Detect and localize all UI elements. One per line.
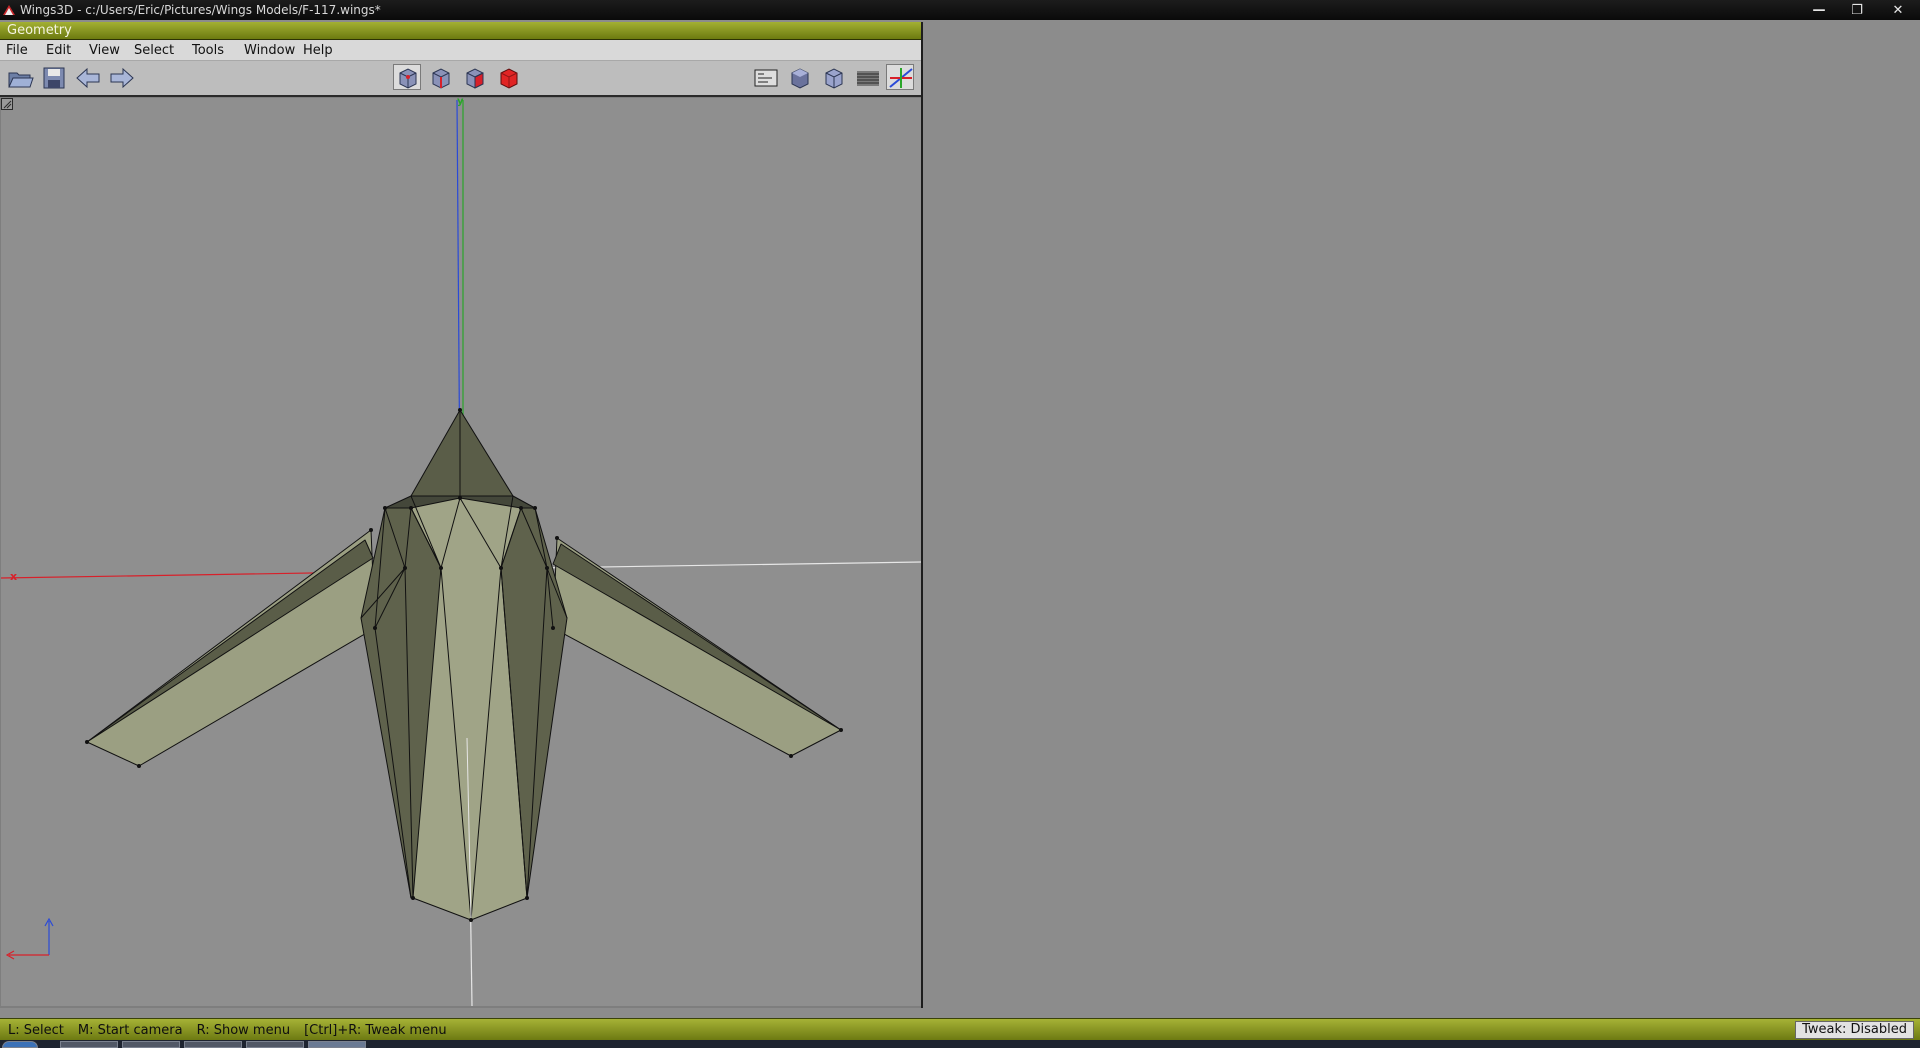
smooth-shaded-icon [791,68,809,89]
edge-mode-button[interactable] [427,65,455,91]
ground-grid-button[interactable] [854,65,882,91]
vertex-mode-button[interactable] [393,64,421,90]
menu-view[interactable]: View [89,43,120,58]
viewport-3d[interactable]: x y [1,96,921,1006]
undo-button[interactable] [74,65,102,91]
face-mode-button[interactable] [461,65,489,91]
taskbar-app-wings3d[interactable] [308,1041,366,1048]
redo-arrow-icon [110,67,134,89]
taskbar-app-4[interactable] [246,1041,304,1048]
open-folder-icon [8,72,34,88]
status-bar: L: Select M: Start camera R: Show menu [… [0,1018,1920,1041]
f117-model[interactable] [85,408,843,922]
mouse-hints: L: Select M: Start camera R: Show menu [… [8,1023,447,1038]
smooth-shaded-button[interactable] [786,65,814,91]
menu-edit[interactable]: Edit [46,43,71,58]
geometry-window-title: Geometry [7,23,72,38]
restore-icon: ❐ [1851,2,1863,18]
undo-arrow-icon [76,67,100,89]
geometry-window-title-bar[interactable]: Geometry [0,22,921,40]
minimize-button[interactable]: — [1800,0,1838,20]
taskbar [0,1040,1920,1048]
window-title-bar: Wings3D - c:/Users/Eric/Pictures/Wings M… [0,0,1920,20]
menu-window[interactable]: Window [244,43,295,58]
taskbar-app-2[interactable] [122,1041,180,1048]
orthographic-button[interactable] [820,65,848,91]
body-mode-icon [500,68,518,89]
save-icon [43,67,65,89]
redo-button[interactable] [108,65,136,91]
taskbar-app-1[interactable] [60,1041,118,1048]
tweak-status-badge[interactable]: Tweak: Disabled [1795,1021,1914,1039]
minimize-icon: — [1812,2,1826,18]
resize-grip-icon[interactable] [1,98,13,110]
close-button[interactable]: ✕ [1876,0,1920,20]
x-axis-label: x [10,570,18,583]
menu-file[interactable]: File [6,43,28,58]
hint-left-click: L: Select [8,1023,64,1038]
face-mode-icon [466,68,484,89]
close-icon: ✕ [1892,2,1904,18]
edge-mode-icon [432,68,450,89]
geometry-window: Geometry File Edit View Select Tools Win… [0,22,923,1008]
window-title: Wings3D - c:/Users/Eric/Pictures/Wings M… [20,3,381,17]
axis-gizmo [5,917,54,960]
y-axis-label: y [457,96,464,107]
ground-grid-icon [857,71,879,86]
toolbar [0,61,921,97]
hint-ctrl-right-click: [Ctrl]+R: Tweak menu [304,1023,447,1038]
body-mode-button[interactable] [495,65,523,91]
nose-face [410,409,514,497]
hint-middle-click: M: Start camera [77,1023,183,1038]
viewport-canvas [1,99,921,1006]
hint-right-click: R: Show menu [196,1023,291,1038]
show-axes-button[interactable] [886,64,914,90]
vertex-mode-icon [399,68,417,89]
menu-tools[interactable]: Tools [192,43,224,58]
start-orb[interactable] [2,1041,38,1048]
axes-icon [889,68,913,88]
frame-camera-button[interactable] [752,65,780,91]
frame-camera-icon [754,69,778,87]
menu-bar: File Edit View Select Tools Window Help [0,40,921,61]
orthographic-cube-icon [825,68,843,89]
menu-help[interactable]: Help [303,43,333,58]
taskbar-app-3[interactable] [184,1041,242,1048]
restore-button[interactable]: ❐ [1838,0,1876,20]
wings3d-app-icon [3,5,15,15]
menu-select[interactable]: Select [134,43,174,58]
open-button[interactable] [6,65,34,91]
save-button[interactable] [40,65,68,91]
